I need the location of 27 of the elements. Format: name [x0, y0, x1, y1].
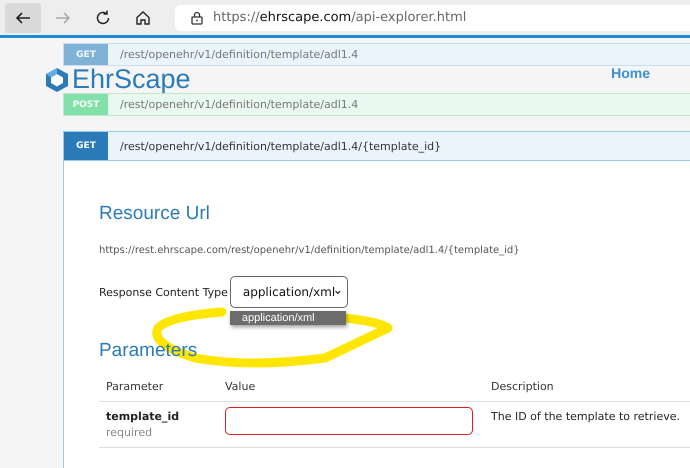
parameter-name: template_id — [106, 410, 180, 423]
dropdown-option[interactable]: application/xml — [230, 311, 346, 325]
field-label: Response Content Type — [99, 286, 228, 298]
endpoint-bar[interactable]: POST /rest/openehr/v1/definition/template/adl1.4 — [63, 93, 690, 116]
column-header: Description — [491, 380, 554, 393]
content-type-select[interactable]: application/xml — [230, 276, 348, 308]
column-header: Parameter — [106, 380, 164, 393]
logo-text: EhrScape — [72, 66, 191, 93]
endpoint-bar[interactable]: GET /rest/openehr/v1/definition/template/adl1.4/{template_id} — [64, 132, 690, 161]
endpoint-bar[interactable]: GET /rest/openehr/v1/definition/template/adl1.4 — [63, 43, 690, 66]
resource-url: https://rest.ehrscape.com/rest/openehr/v1/definition/template/adl1.4/{template_id} — [99, 245, 521, 256]
section-heading: Resource Url — [99, 203, 211, 225]
address-bar[interactable]: https://ehrscape.com/api-explorer.html — [175, 4, 690, 30]
value-input-field[interactable] — [225, 407, 473, 435]
method-badge: GET — [64, 132, 108, 160]
back-button[interactable] — [5, 2, 41, 32]
endpoint-path: /rest/openehr/v1/definition/template/adl1.4/{template_id} — [120, 140, 442, 152]
parameter-description: The ID of the template to retrieve. — [491, 410, 680, 423]
url-text: https://ehrscape.com/api-explorer.html — [213, 10, 466, 25]
house-icon — [134, 8, 152, 26]
nav-link[interactable]: Home — [611, 64, 650, 80]
column-header: Value — [225, 380, 256, 393]
hexagon-logo-icon — [44, 66, 70, 92]
refresh-icon — [94, 8, 112, 26]
chevron-down-icon — [335, 288, 341, 296]
parameter-requirement: required — [106, 426, 154, 439]
lock-icon — [191, 10, 203, 24]
